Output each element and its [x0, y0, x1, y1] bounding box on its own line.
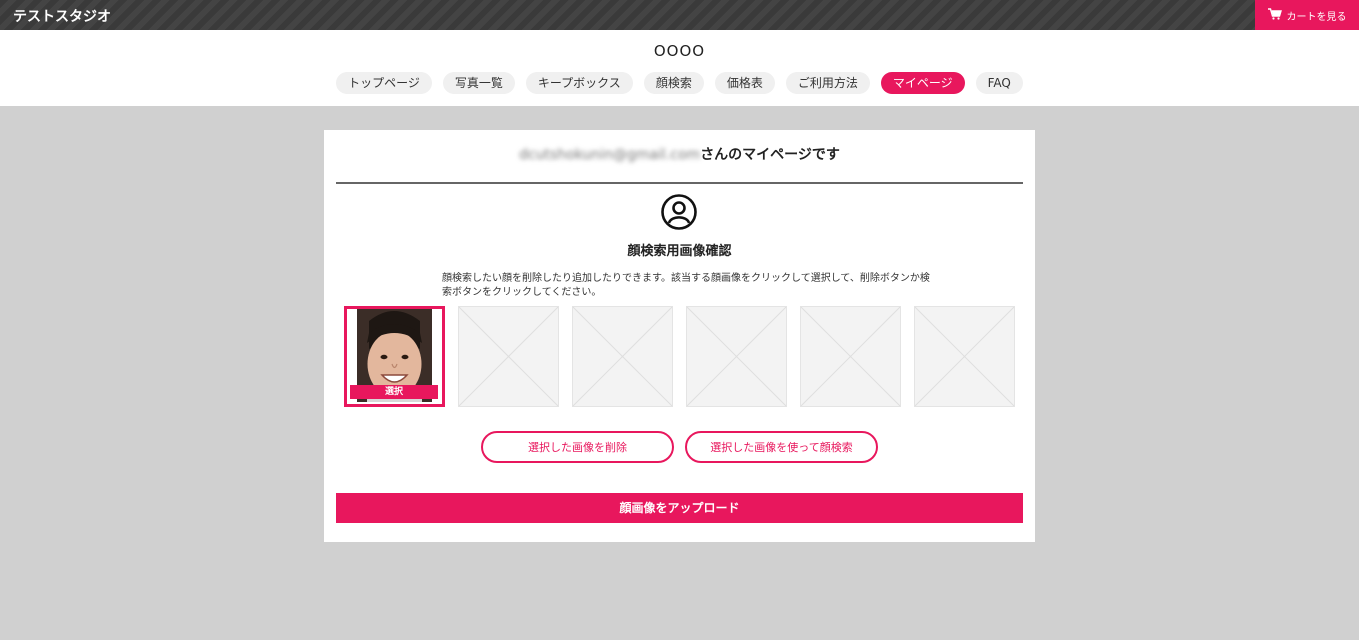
instructions-text: 顔検索したい顔を削除したり追加したりできます。該当する顔画像をクリックして選択し…: [442, 273, 930, 298]
face-thumbnail-empty[interactable]: [800, 306, 901, 407]
face-search-selected-button[interactable]: 選択した画像を使って顔検索: [685, 431, 878, 463]
site-title[interactable]: OOOO: [0, 42, 1359, 60]
placeholder-image-icon: [915, 307, 1014, 406]
placeholder-image-icon: [687, 307, 786, 406]
face-image-list: 選択: [344, 306, 1016, 408]
nav-item-mypage[interactable]: マイページ: [880, 72, 965, 94]
heading-suffix: さんのマイページです: [700, 147, 840, 163]
heading-divider: [336, 182, 1023, 184]
placeholder-image-icon: [573, 307, 672, 406]
nav-item-top[interactable]: トップページ: [336, 72, 432, 94]
face-thumbnail-empty[interactable]: [914, 306, 1015, 407]
brand-name[interactable]: テストスタジオ: [13, 6, 111, 26]
section-title: 顔検索用画像確認: [627, 244, 732, 259]
top-bar: テストスタジオ カートを見る: [0, 0, 1359, 30]
nav-item-how-to-use[interactable]: ご利用方法: [785, 72, 870, 94]
placeholder-image-icon: [801, 307, 900, 406]
face-thumbnail-empty[interactable]: [572, 306, 673, 407]
delete-selected-button[interactable]: 選択した画像を削除: [481, 431, 674, 463]
site-header: OOOO トップページ 写真一覧 キープボックス 顔検索 価格表 ご利用方法 マ…: [0, 30, 1359, 106]
cart-icon: [1267, 7, 1282, 23]
upload-face-image-button[interactable]: 顔画像をアップロード: [336, 493, 1023, 523]
nav-item-faq[interactable]: FAQ: [975, 72, 1023, 94]
view-cart-button[interactable]: カートを見る: [1255, 0, 1359, 30]
placeholder-image-icon: [459, 307, 558, 406]
cart-label: カートを見る: [1286, 11, 1347, 23]
nav-item-photos[interactable]: 写真一覧: [442, 72, 515, 94]
nav-item-face-search[interactable]: 顔検索: [643, 72, 704, 94]
nav-item-keepbox[interactable]: キープボックス: [525, 72, 633, 94]
page-heading: dcutshokunin@gmail.comさんのマイページです: [336, 144, 1023, 164]
face-thumbnail-empty[interactable]: [686, 306, 787, 407]
mypage-panel: dcutshokunin@gmail.comさんのマイページです 顔検索用画像確…: [324, 130, 1035, 542]
user-email: dcutshokunin@gmail.com: [519, 147, 701, 163]
nav-item-price-list[interactable]: 価格表: [714, 72, 775, 94]
face-thumbnail-empty[interactable]: [458, 306, 559, 407]
user-icon: [661, 194, 697, 230]
selected-badge: 選択: [350, 385, 438, 399]
face-thumbnail-selected[interactable]: 選択: [344, 306, 445, 407]
main-nav: トップページ 写真一覧 キープボックス 顔検索 価格表 ご利用方法 マイページ …: [0, 72, 1359, 94]
